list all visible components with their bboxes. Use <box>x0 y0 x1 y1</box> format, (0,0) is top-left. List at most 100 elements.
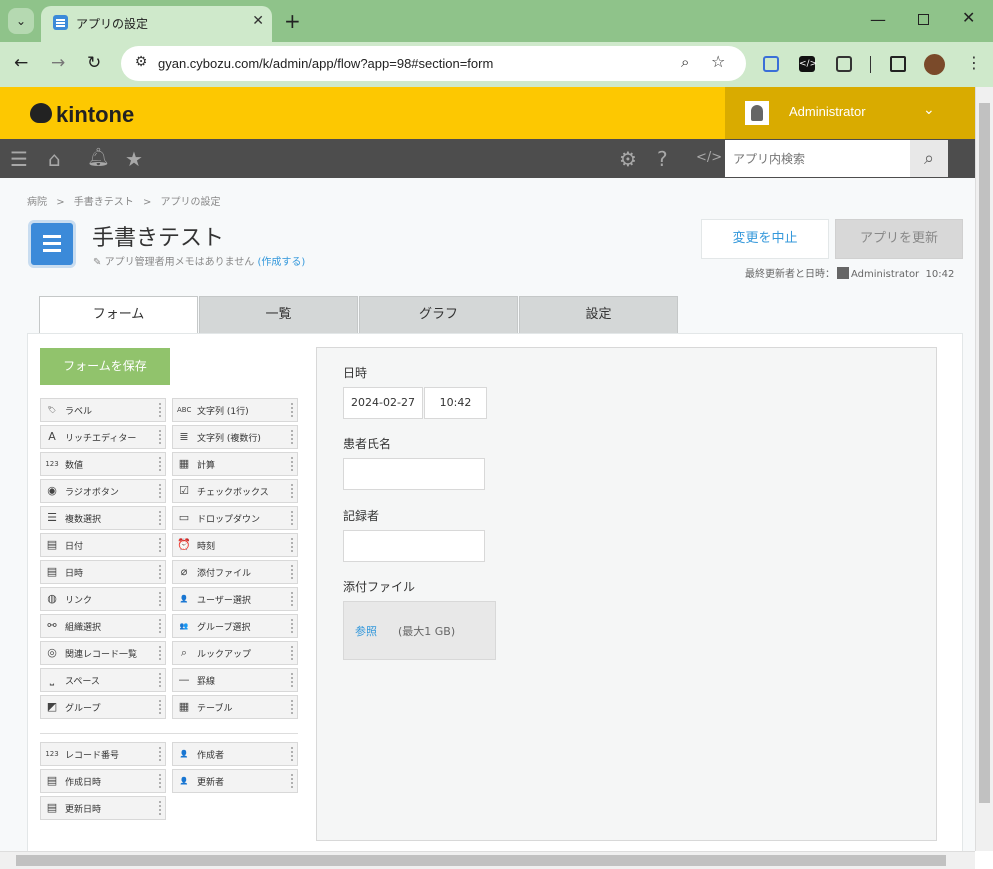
drag-handle-icon[interactable] <box>290 591 294 607</box>
update-app-button[interactable]: アプリを更新 <box>835 219 963 259</box>
puzzle-extensions-icon[interactable] <box>836 56 852 72</box>
drag-handle-icon[interactable] <box>158 800 162 816</box>
tab-settings[interactable]: 設定 <box>519 296 678 334</box>
palette-item[interactable]: 🏷 ラベル <box>40 398 166 422</box>
maximize-button[interactable] <box>918 14 929 25</box>
window-close-button[interactable]: ✕ <box>962 8 975 27</box>
reload-button[interactable]: ↻ <box>87 53 101 73</box>
zoom-icon[interactable]: ⌕ <box>681 53 689 71</box>
time-input[interactable]: 10:42 <box>424 387 487 419</box>
palette-item[interactable]: ☑ チェックボックス <box>172 479 298 503</box>
palette-item[interactable]: 123 レコード番号 <box>40 742 166 766</box>
home-icon[interactable]: ⌂ <box>48 147 61 171</box>
bell-icon[interactable]: 🔔︎ <box>87 147 110 168</box>
drag-handle-icon[interactable] <box>158 591 162 607</box>
breadcrumb-item[interactable]: 病院 <box>27 197 47 208</box>
extension-icon[interactable] <box>763 56 779 72</box>
drag-handle-icon[interactable] <box>290 456 294 472</box>
drag-handle-icon[interactable] <box>158 645 162 661</box>
palette-item[interactable]: 👤 作成者 <box>172 742 298 766</box>
tab-list[interactable]: 一覧 <box>199 296 358 334</box>
form-canvas[interactable]: 日時 2024-02-27 10:42 患者氏名 記録者 添付ファイル 参照 (… <box>316 347 937 841</box>
drag-handle-icon[interactable] <box>290 746 294 762</box>
patient-name-input[interactable] <box>343 458 485 490</box>
code-icon[interactable]: </> <box>696 150 722 165</box>
browser-tab[interactable]: アプリの設定 ✕ <box>41 6 272 42</box>
drag-handle-icon[interactable] <box>290 510 294 526</box>
palette-item[interactable]: 123 数値 <box>40 452 166 476</box>
drag-handle-icon[interactable] <box>158 746 162 762</box>
code-extension-icon[interactable]: </> <box>799 56 817 72</box>
bookmark-star-icon[interactable]: ☆ <box>711 52 725 71</box>
last-updated-user[interactable]: Administrator <box>851 269 919 280</box>
drag-handle-icon[interactable] <box>290 402 294 418</box>
palette-item[interactable]: ABC 文字列 (1行) <box>172 398 298 422</box>
drag-handle-icon[interactable] <box>158 699 162 715</box>
cancel-changes-button[interactable]: 変更を中止 <box>701 219 829 259</box>
drag-handle-icon[interactable] <box>290 645 294 661</box>
drag-handle-icon[interactable] <box>158 483 162 499</box>
drag-handle-icon[interactable] <box>158 456 162 472</box>
save-form-button[interactable]: フォームを保存 <box>40 348 170 385</box>
palette-item[interactable]: ▦ 計算 <box>172 452 298 476</box>
url-text[interactable]: gyan.cybozu.com/k/admin/app/flow?app=98#… <box>158 56 493 71</box>
drag-handle-icon[interactable] <box>158 429 162 445</box>
drag-handle-icon[interactable] <box>158 537 162 553</box>
tab-search-button[interactable]: ⌄ <box>8 8 34 34</box>
drag-handle-icon[interactable] <box>290 618 294 634</box>
drag-handle-icon[interactable] <box>158 510 162 526</box>
palette-item[interactable]: ▤ 作成日時 <box>40 769 166 793</box>
palette-item[interactable]: A リッチエディター <box>40 425 166 449</box>
drag-handle-icon[interactable] <box>290 699 294 715</box>
palette-item[interactable]: ▤ 更新日時 <box>40 796 166 820</box>
vertical-scrollbar[interactable] <box>975 87 993 851</box>
drag-handle-icon[interactable] <box>290 564 294 580</box>
address-bar[interactable]: ⚙ gyan.cybozu.com/k/admin/app/flow?app=9… <box>121 46 746 81</box>
breadcrumb-item[interactable]: 手書きテスト <box>74 197 134 208</box>
palette-item[interactable]: ☰ 複数選択 <box>40 506 166 530</box>
user-menu[interactable]: Administrator ⌄ <box>725 87 975 139</box>
site-info-icon[interactable]: ⚙ <box>131 54 151 74</box>
search-input[interactable] <box>725 140 910 177</box>
palette-item[interactable]: 👤 ユーザー選択 <box>172 587 298 611</box>
palette-item[interactable]: ▦ テーブル <box>172 695 298 719</box>
attachment-dropzone[interactable]: 参照 (最大1 GB) <box>343 601 496 660</box>
create-memo-link[interactable]: (作成する) <box>257 257 305 268</box>
drag-handle-icon[interactable] <box>158 773 162 789</box>
drag-handle-icon[interactable] <box>290 429 294 445</box>
drag-handle-icon[interactable] <box>158 618 162 634</box>
star-icon[interactable]: ★ <box>125 147 143 171</box>
palette-item[interactable]: ⌕ ルックアップ <box>172 641 298 665</box>
palette-item[interactable]: ⌀ 添付ファイル <box>172 560 298 584</box>
new-tab-button[interactable]: + <box>284 9 301 33</box>
forward-button[interactable]: → <box>51 53 65 73</box>
horizontal-scrollbar[interactable] <box>0 851 975 869</box>
palette-item[interactable]: ≣ 文字列 (複数行) <box>172 425 298 449</box>
palette-item[interactable]: ▤ 日付 <box>40 533 166 557</box>
help-icon[interactable]: ? <box>657 147 668 171</box>
minimize-button[interactable]: — <box>870 10 886 29</box>
palette-item[interactable]: ⎵ スペース <box>40 668 166 692</box>
back-button[interactable]: ← <box>14 53 28 73</box>
palette-item[interactable]: ◎ 関連レコード一覧 <box>40 641 166 665</box>
palette-item[interactable]: ◩ グループ <box>40 695 166 719</box>
kintone-logo[interactable]: kintone <box>56 102 134 128</box>
palette-item[interactable]: 👤 更新者 <box>172 769 298 793</box>
recorder-input[interactable] <box>343 530 485 562</box>
palette-item[interactable]: — 罫線 <box>172 668 298 692</box>
drag-handle-icon[interactable] <box>290 483 294 499</box>
tab-form[interactable]: フォーム <box>39 296 198 335</box>
search-icon[interactable]: ⌕ <box>910 140 948 177</box>
palette-item[interactable]: ⚯ 組織選択 <box>40 614 166 638</box>
browse-link[interactable]: 参照 <box>355 623 377 639</box>
palette-item[interactable]: ▤ 日時 <box>40 560 166 584</box>
vertical-scroll-thumb[interactable] <box>979 103 990 803</box>
drag-handle-icon[interactable] <box>158 402 162 418</box>
palette-item[interactable]: ⏰ 時刻 <box>172 533 298 557</box>
menu-icon[interactable]: ☰ <box>10 147 28 171</box>
palette-item[interactable]: ◍ リンク <box>40 587 166 611</box>
tab-graph[interactable]: グラフ <box>359 296 518 334</box>
drag-handle-icon[interactable] <box>158 672 162 688</box>
drag-handle-icon[interactable] <box>290 672 294 688</box>
drag-handle-icon[interactable] <box>290 537 294 553</box>
